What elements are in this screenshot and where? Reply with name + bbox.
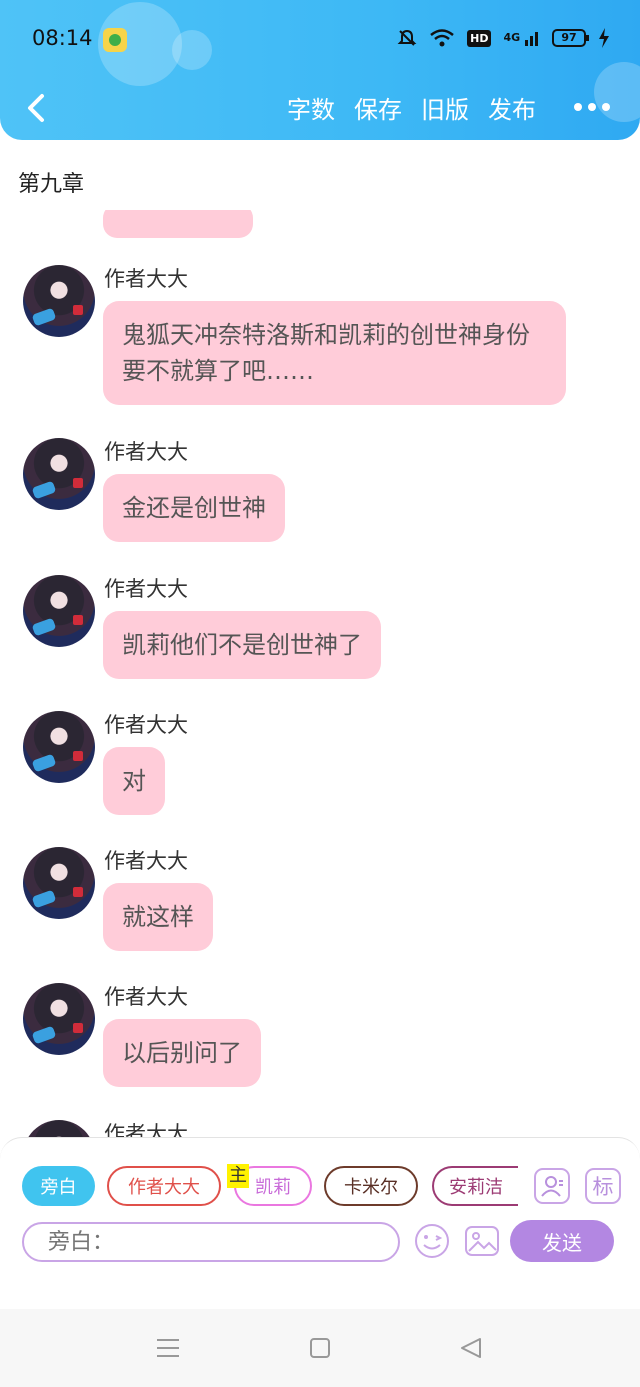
sender-name: 作者大大 (104, 267, 188, 291)
status-icons: HD 4G 97 (397, 28, 610, 48)
avatar[interactable] (23, 983, 95, 1055)
message-input[interactable] (22, 1222, 400, 1262)
character-manage-button[interactable] (534, 1168, 570, 1204)
toolbar-actions: 字数 保存 旧版 发布 (287, 90, 536, 125)
character-chip-kamier[interactable]: 卡米尔 (324, 1166, 418, 1206)
avatar[interactable] (23, 575, 95, 647)
battery-icon: 97 (552, 29, 589, 47)
chat-list[interactable]: 作者大大 鬼狐天冲奈特洛斯和凯莉的创世神身份要不就算了吧…… 作者大大 金还是创… (0, 210, 640, 1140)
send-button[interactable]: 发送 (510, 1220, 614, 1262)
composer-panel: 旁白 作者大大 凯莉 主 卡米尔 安莉洁 标 发送 (0, 1137, 640, 1309)
back-triangle-icon[interactable] (458, 1336, 484, 1360)
character-selector: 旁白 作者大大 凯莉 主 卡米尔 安莉洁 标 (22, 1164, 622, 1208)
host-badge: 主 (227, 1164, 249, 1188)
app-header: 08:14 HD 4G 97 字数 保存 旧版 发布 (0, 0, 640, 140)
save-button[interactable]: 保存 (354, 90, 402, 125)
person-icon (541, 1176, 563, 1197)
status-time: 08:14 (32, 26, 93, 50)
mute-bell-icon (397, 29, 417, 46)
sender-name: 作者大大 (104, 849, 188, 873)
sender-name: 作者大大 (104, 577, 188, 601)
message-bubble[interactable]: 对 (103, 747, 165, 815)
character-chip-anlijie[interactable]: 安莉洁 (432, 1166, 518, 1206)
system-navigation-bar (0, 1309, 640, 1387)
chevron-left-icon[interactable] (18, 88, 58, 128)
message-bubble[interactable]: 就这样 (103, 883, 213, 951)
sender-name: 作者大大 (104, 713, 188, 737)
avatar[interactable] (23, 265, 95, 337)
battery-level: 97 (561, 31, 577, 44)
notification-app-icon (103, 28, 127, 52)
menu-icon[interactable] (155, 1336, 181, 1360)
sender-name: 作者大大 (104, 440, 188, 464)
home-icon[interactable] (308, 1336, 332, 1360)
status-bar: 08:14 HD 4G 97 (0, 0, 640, 80)
message-bubble[interactable]: 以后别问了 (103, 1019, 261, 1087)
wifi-icon (430, 29, 454, 47)
signal-icon: 4G (503, 30, 540, 46)
image-icon[interactable] (463, 1222, 501, 1260)
avatar[interactable] (23, 711, 95, 783)
word-count-button[interactable]: 字数 (287, 90, 335, 125)
charging-icon (599, 28, 609, 48)
toolbar: 字数 保存 旧版 发布 (0, 84, 640, 132)
emoji-icon[interactable] (413, 1222, 451, 1260)
network-type: 4G (503, 31, 521, 44)
chapter-title: 第九章 (18, 172, 85, 197)
hd-badge: HD (467, 29, 492, 47)
message-bubble-partial[interactable] (103, 210, 253, 238)
character-chip-narration[interactable]: 旁白 (22, 1166, 95, 1206)
avatar[interactable] (23, 438, 95, 510)
sender-name: 作者大大 (104, 985, 188, 1009)
input-row: 发送 (22, 1220, 622, 1264)
publish-button[interactable]: 发布 (488, 90, 536, 125)
more-dots-icon[interactable] (570, 92, 614, 122)
avatar[interactable] (23, 847, 95, 919)
message-bubble[interactable]: 金还是创世神 (103, 474, 285, 542)
character-chip-author[interactable]: 作者大大 (107, 1166, 221, 1206)
old-version-button[interactable]: 旧版 (421, 90, 469, 125)
tag-button[interactable]: 标 (585, 1168, 621, 1204)
message-bubble[interactable]: 鬼狐天冲奈特洛斯和凯莉的创世神身份要不就算了吧…… (103, 301, 566, 405)
message-bubble[interactable]: 凯莉他们不是创世神了 (103, 611, 381, 679)
